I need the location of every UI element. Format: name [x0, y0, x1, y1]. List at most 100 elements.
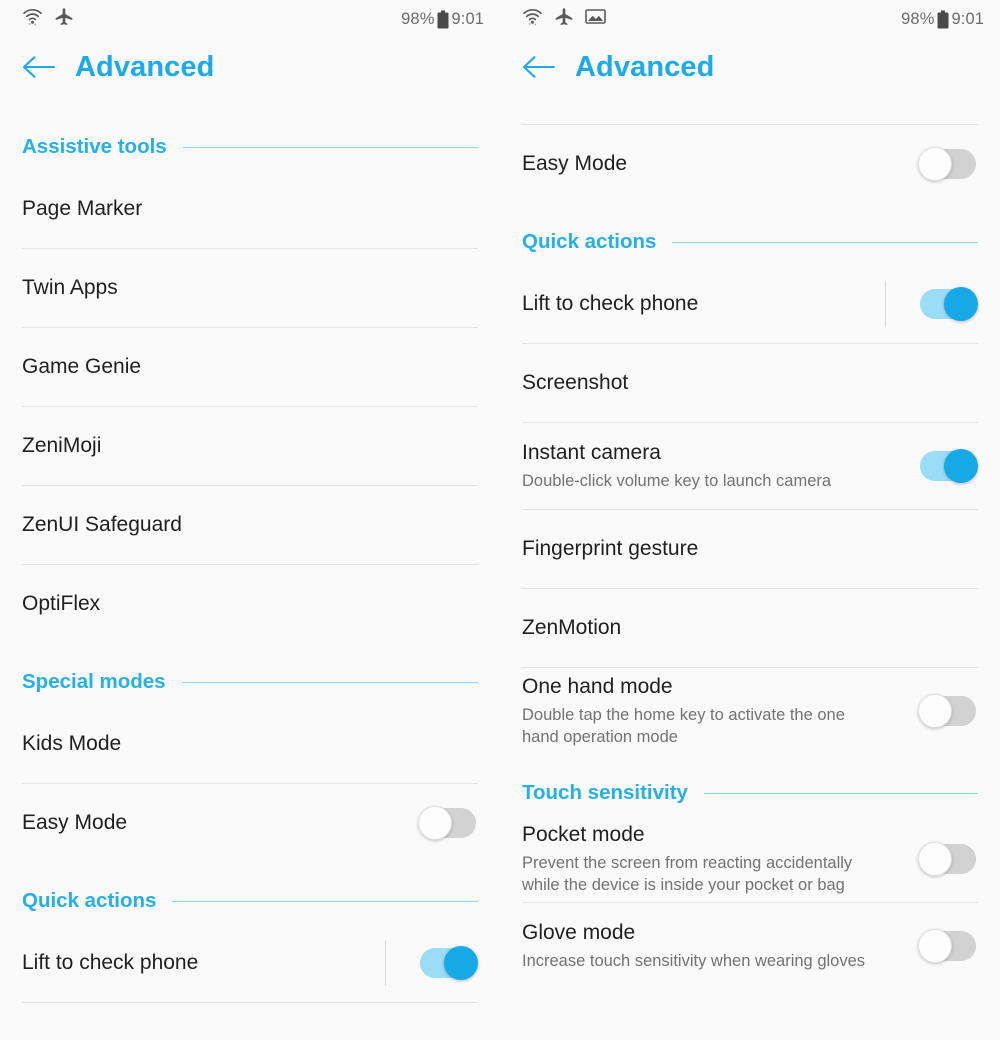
setting-row-text: Page Marker — [22, 196, 476, 222]
section-header-special-modes: Special modes — [22, 659, 478, 705]
toggle-knob — [918, 929, 952, 963]
setting-row-glove-mode[interactable]: Glove mode Increase touch sensitivity whe… — [522, 903, 978, 989]
toggle-knob — [944, 449, 978, 483]
section-header-label: Quick actions — [22, 889, 157, 912]
toggle-spacer — [885, 141, 886, 187]
app-bar: Advanced — [0, 38, 500, 96]
toggle-vertical-divider — [885, 281, 886, 327]
setting-row-title: Screenshot — [522, 370, 629, 394]
dual-screenshot-composite: 98% 9:01 Advanced Assistive tools Page Ma… — [0, 0, 1000, 1040]
setting-row-game-genie[interactable]: Game Genie — [22, 328, 478, 406]
setting-row-title: One hand mode — [522, 675, 673, 699]
setting-row-kids-mode[interactable]: Kids Mode — [22, 705, 478, 783]
setting-row-optiflex[interactable]: OptiFlex — [22, 565, 478, 643]
setting-row-title: Page Marker — [22, 196, 143, 220]
clock-label: 9:01 — [951, 9, 984, 28]
toggle-switch[interactable] — [420, 946, 478, 980]
setting-row-zenui-safeguard[interactable]: ZenUI Safeguard — [22, 486, 478, 564]
toggle-switch[interactable] — [418, 806, 476, 840]
settings-list-left: Assistive tools Page Marker Twin Apps Game … — [0, 124, 500, 1003]
setting-row-text: Twin Apps — [22, 275, 476, 301]
setting-row-screenshot[interactable]: Screenshot — [522, 344, 978, 422]
setting-row-text: Lift to check phone — [22, 950, 385, 976]
toggle-vertical-divider — [385, 940, 386, 986]
setting-row-text: Pocket mode Prevent the screen from react… — [522, 822, 885, 895]
battery-percent-label: 98% — [401, 9, 435, 28]
toggle-spacer — [885, 688, 886, 734]
section-header-rule — [172, 900, 478, 902]
setting-row-subtitle: Prevent the screen from reacting acciden… — [522, 853, 853, 894]
setting-row-title: Glove mode — [522, 921, 636, 945]
left-phone-screen: 98% 9:01 Advanced Assistive tools Page Ma… — [0, 0, 500, 1040]
setting-row-title: Lift to check phone — [22, 950, 199, 974]
setting-row-twin-apps[interactable]: Twin Apps — [22, 249, 478, 327]
toggle-container — [885, 923, 976, 969]
app-bar: Advanced — [500, 38, 1000, 96]
setting-row-text: Fingerprint gesture — [522, 536, 976, 562]
setting-row-easy-mode[interactable]: Easy Mode — [22, 784, 478, 862]
toggle-spacer — [885, 443, 886, 489]
setting-row-instant-camera[interactable]: Instant camera Double-click volume key to… — [522, 423, 978, 509]
toggle-knob — [944, 287, 978, 321]
list-divider — [22, 1002, 478, 1003]
battery-icon — [937, 10, 949, 29]
toggle-knob — [418, 806, 452, 840]
setting-row-text: Screenshot — [522, 370, 976, 396]
toggle-container — [385, 800, 476, 846]
setting-row-text: Glove mode Increase touch sensitivity whe… — [522, 920, 885, 971]
clock-label: 9:01 — [451, 9, 484, 28]
status-bar: 98% 9:01 — [500, 0, 1000, 38]
screenshot-image-icon — [585, 8, 606, 30]
section-header-touch-sensitivity: Touch sensitivity — [522, 770, 978, 816]
setting-row-subtitle: Increase touch sensitivity when wearing … — [522, 951, 866, 970]
section-header-rule — [703, 792, 978, 794]
setting-row-text: One hand mode Double tap the home key to … — [522, 674, 885, 747]
toggle-container — [885, 688, 976, 734]
setting-row-zenimoji[interactable]: ZeniMoji — [22, 407, 478, 485]
toggle-spacer — [885, 836, 886, 882]
setting-row-text: ZenUI Safeguard — [22, 512, 476, 538]
setting-row-zenmotion[interactable]: ZenMotion — [522, 589, 978, 667]
status-bar: 98% 9:01 — [0, 0, 500, 38]
toggle-container — [885, 836, 976, 882]
setting-row-pocket-mode[interactable]: Pocket mode Prevent the screen from react… — [522, 816, 978, 902]
status-bar-icons — [22, 7, 74, 32]
section-header-quick-actions: Quick actions — [522, 219, 978, 265]
toggle-switch[interactable] — [918, 842, 976, 876]
wifi-icon — [522, 7, 543, 31]
setting-row-title: ZenMotion — [522, 615, 622, 639]
setting-row-lift-to-check-phone[interactable]: Lift to check phone — [22, 924, 478, 1002]
section-header-assistive-tools: Assistive tools — [22, 124, 478, 170]
setting-row-fingerprint-gesture[interactable]: Fingerprint gesture — [522, 510, 978, 588]
toggle-switch[interactable] — [918, 694, 976, 728]
airplane-mode-icon — [554, 7, 574, 32]
airplane-mode-icon — [54, 7, 74, 32]
page-title: Advanced — [575, 50, 715, 83]
setting-row-one-hand-mode[interactable]: One hand mode Double tap the home key to … — [522, 668, 978, 754]
settings-list-right: Easy Mode Quick actions Lift to check phon… — [500, 124, 1000, 989]
setting-row-easy-mode[interactable]: Easy Mode — [522, 125, 978, 203]
setting-row-title: Fingerprint gesture — [522, 536, 699, 560]
setting-row-text: OptiFlex — [22, 591, 476, 617]
status-bar-right: 98% 9:01 — [401, 10, 484, 29]
setting-row-text: Easy Mode — [22, 810, 385, 836]
setting-row-text: ZeniMoji — [22, 433, 476, 459]
back-arrow-icon[interactable] — [22, 54, 56, 80]
setting-row-title: Kids Mode — [22, 731, 122, 755]
toggle-knob — [918, 842, 952, 876]
setting-row-text: Lift to check phone — [522, 291, 885, 317]
setting-row-title: Instant camera — [522, 441, 661, 465]
toggle-switch[interactable] — [918, 929, 976, 963]
setting-row-lift-to-check-phone[interactable]: Lift to check phone — [522, 265, 978, 343]
setting-row-title: Lift to check phone — [522, 291, 699, 315]
toggle-switch[interactable] — [920, 449, 978, 483]
toggle-switch[interactable] — [918, 147, 976, 181]
setting-row-subtitle: Double tap the home key to activate the … — [522, 705, 845, 746]
setting-row-text: Easy Mode — [522, 151, 885, 177]
setting-row-title: Pocket mode — [522, 823, 645, 847]
toggle-switch[interactable] — [920, 287, 978, 321]
back-arrow-icon[interactable] — [522, 54, 556, 80]
setting-row-page-marker[interactable]: Page Marker — [22, 170, 478, 248]
section-header-label: Special modes — [22, 670, 166, 693]
setting-row-title: OptiFlex — [22, 591, 101, 615]
